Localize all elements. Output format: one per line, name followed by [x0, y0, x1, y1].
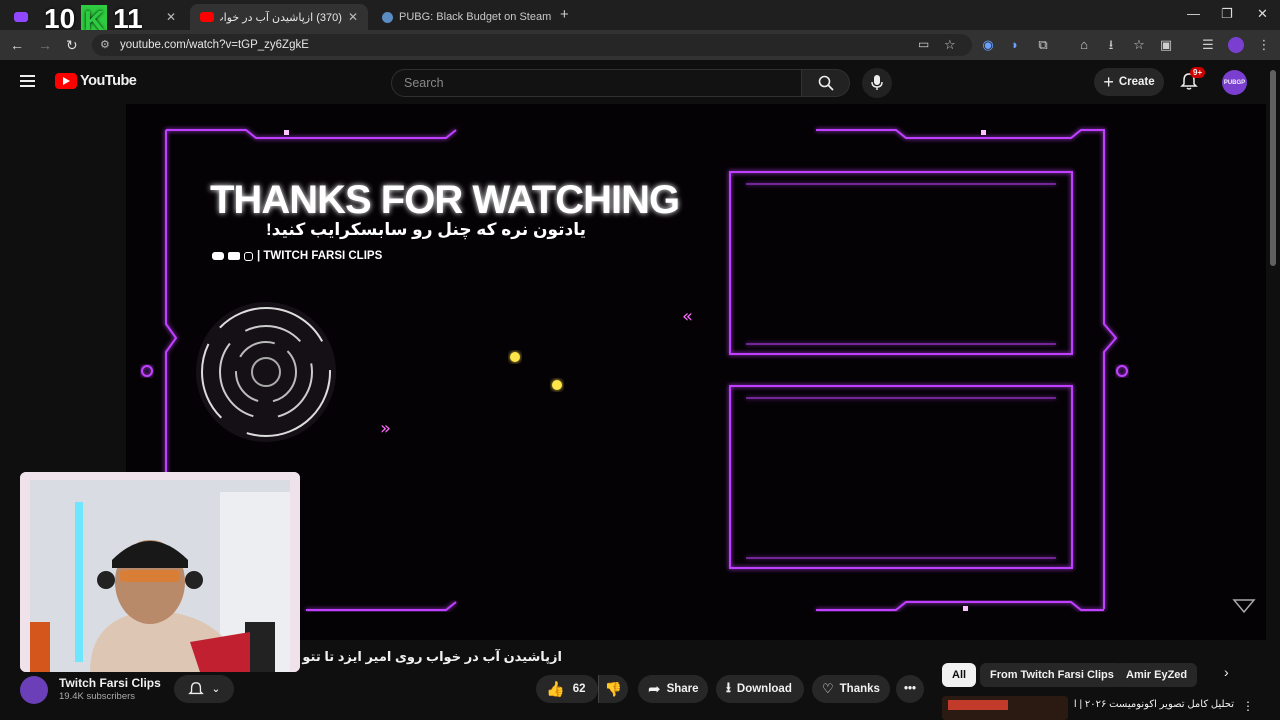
video-title-text: ازپاشیدن آب در خواب روی امیر ایزد تا تتو [302, 649, 562, 664]
twitch-favicon-icon [14, 12, 28, 22]
window-close-icon[interactable]: ✕ [1257, 6, 1268, 22]
search-icon [818, 75, 834, 91]
bell-icon [187, 682, 204, 695]
chevron-down-icon: ⌄ [211, 683, 221, 695]
notifications-button[interactable]: 9+ [1180, 67, 1206, 94]
browser-tab-bar: ✕ (370) ازپاشیدن آب در خواب روی امی ✕ PU… [0, 0, 1280, 36]
search-input[interactable]: Search [391, 69, 802, 97]
subscribed-button[interactable]: ⌄ [174, 675, 234, 703]
svg-text:«: « [682, 306, 693, 327]
youtube-favicon-icon [200, 12, 214, 22]
more-icon[interactable]: ⋮ [1242, 699, 1254, 713]
dislike-button[interactable]: 👎 [598, 675, 628, 703]
create-label: Create [1118, 76, 1155, 88]
like-button[interactable]: 👍 62 [536, 675, 598, 703]
counter-badge: K [81, 5, 108, 36]
dislike-icon: 👎 [604, 680, 623, 697]
thanks-icon: ♡ [822, 681, 834, 696]
share-icon: ➦ [648, 681, 661, 698]
extensions-puzzle-icon[interactable]: ⧉ [1035, 37, 1051, 53]
recommendation-title[interactable]: تحلیل کامل تصویر اکونومیست ۲۰۲۶ | آینده [1074, 699, 1234, 710]
search-placeholder: Search [404, 76, 444, 90]
reload-icon[interactable]: ↻ [66, 37, 78, 54]
new-tab-icon[interactable]: + [560, 6, 569, 23]
subscribe-reminder-text: یادتون نره که چنل رو سابسکرایب کنید! [266, 220, 586, 239]
discord-icon [212, 252, 224, 260]
minimize-icon[interactable]: — [1187, 6, 1200, 21]
close-icon[interactable]: ✕ [166, 10, 176, 24]
cast-icon[interactable]: ▭ [918, 37, 929, 51]
browser-menu-icon[interactable]: ⋮ [1256, 37, 1272, 53]
social-line: | TWITCH FARSI CLIPS [212, 250, 382, 262]
address-bar[interactable]: ⚙ youtube.com/watch?v=tGP_zy6ZgkE ▭ ☆ [92, 34, 972, 56]
download-icon: ⭳ [726, 679, 731, 695]
like-count: 62 [572, 683, 586, 695]
tab-youtube-video[interactable]: (370) ازپاشیدن آب در خواب روی امی ✕ [190, 4, 368, 30]
thanks-button[interactable]: ♡ Thanks [812, 675, 890, 703]
chip-from-channel[interactable]: From Twitch Farsi Clips [980, 663, 1124, 687]
thanks-headline: THANKS FOR WATCHING [210, 178, 680, 222]
voice-search-button[interactable] [862, 68, 892, 98]
site-info-icon[interactable]: ⚙ [100, 38, 110, 51]
webcam-feed-image [20, 472, 300, 672]
forward-icon[interactable]: → [38, 37, 52, 53]
favorites-icon[interactable]: ☆ [1131, 37, 1147, 53]
tab-steam[interactable]: PUBG: Black Budget on Steam ✕ [372, 4, 552, 30]
download-button[interactable]: ⭳ Download [716, 675, 804, 703]
mic-icon [871, 75, 883, 90]
back-icon[interactable]: ← [10, 37, 24, 53]
tab-title: (370) ازپاشیدن آب در خواب روی امی [220, 11, 342, 24]
channel-name[interactable]: Twitch Farsi Clips [59, 676, 161, 690]
browser-toolbar: ← → ↻ ⚙ youtube.com/watch?v=tGP_zy6ZgkE … [0, 30, 1280, 60]
avatar-text: PUBGP [1223, 79, 1246, 86]
thanks-label: Thanks [839, 683, 880, 695]
tab-search-icon[interactable]: ▣ [1158, 37, 1174, 53]
create-button[interactable]: + Create [1094, 68, 1164, 96]
download-label: Download [736, 683, 792, 695]
youtube-play-icon [55, 73, 77, 89]
thumbnail-art [948, 700, 1008, 710]
url-text: youtube.com/watch?v=tGP_zy6ZgkE [120, 39, 309, 51]
bookmark-star-icon[interactable]: ☆ [944, 37, 956, 53]
search-button[interactable] [802, 69, 850, 97]
more-icon: ••• [903, 683, 917, 695]
share-label: Share [666, 683, 699, 695]
extension-icon[interactable]: ◉ [980, 37, 996, 53]
extension-icon[interactable]: ⌂ [1076, 37, 1092, 53]
plus-icon: + [1103, 72, 1114, 92]
like-icon: 👍 [546, 681, 565, 698]
video-title: ازپاشیدن آب در خواب روی امیر ایزد تا تتو… [300, 649, 562, 669]
extension-icon[interactable]: ◗ [1007, 37, 1023, 53]
maximize-icon[interactable]: ❐ [1221, 6, 1233, 22]
recommendation-thumbnail[interactable] [942, 696, 1068, 720]
chip-all[interactable]: All [942, 663, 977, 687]
reading-list-icon[interactable]: ☰ [1200, 37, 1216, 53]
profile-avatar-icon[interactable] [1228, 37, 1244, 53]
youtube-icon [228, 252, 240, 260]
youtube-logo-text: YouTube [80, 73, 137, 89]
subscriber-count: 19.4K subscribers [59, 691, 136, 702]
more-actions-button[interactable]: ••• [896, 675, 924, 703]
notification-badge: 9+ [1190, 67, 1206, 78]
downloads-icon[interactable]: ⭳ [1103, 37, 1119, 53]
close-icon[interactable]: ✕ [348, 10, 358, 24]
youtube-header: YouTube Search + Create 9+ PUBGP [0, 60, 1280, 104]
streamer-webcam [20, 472, 300, 672]
social-handle: | TWITCH FARSI CLIPS [257, 250, 383, 262]
channel-avatar[interactable] [20, 676, 48, 704]
page-scrollbar[interactable] [1270, 70, 1276, 266]
account-avatar[interactable]: PUBGP [1222, 70, 1247, 95]
chip-amir-eyzed[interactable]: Amir EyZed [1116, 663, 1198, 687]
share-button[interactable]: ➦ Share [638, 675, 708, 703]
svg-text:»: » [380, 418, 391, 439]
menu-icon[interactable] [20, 75, 35, 87]
tab-title: PUBG: Black Budget on Steam [399, 11, 552, 23]
youtube-logo[interactable]: YouTube [55, 73, 137, 89]
chevron-right-icon[interactable]: › [1224, 664, 1229, 680]
steam-favicon-icon [382, 11, 393, 23]
instagram-icon [244, 251, 253, 261]
